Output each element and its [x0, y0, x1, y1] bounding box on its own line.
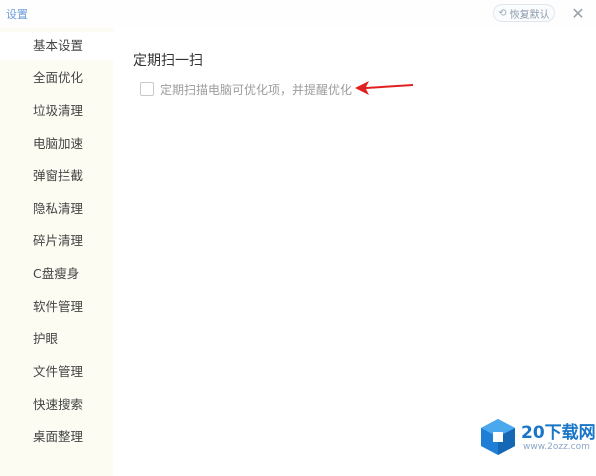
settings-panel: 定期扫一扫 定期扫描电脑可优化项，并提醒优化	[113, 28, 596, 476]
sidebar-item-basic-settings[interactable]: 基本设置	[0, 32, 113, 60]
sidebar-item-software-manage[interactable]: 软件管理	[0, 293, 113, 321]
sidebar-item-c-drive-slim[interactable]: C盘瘦身	[0, 260, 113, 288]
window-title: 设置	[6, 8, 28, 21]
close-icon[interactable]: ✕	[568, 4, 588, 24]
watermark-logo	[481, 419, 515, 455]
red-arrow-annotation	[355, 81, 413, 95]
watermark-url: www.2ozz.com	[523, 442, 590, 452]
sidebar-item-desktop-organize[interactable]: 桌面整理	[0, 423, 113, 451]
restore-defaults-button[interactable]: ⟲ 恢复默认	[493, 4, 555, 22]
sidebar-item-speedup[interactable]: 电脑加速	[0, 130, 113, 158]
sidebar-item-privacy-clean[interactable]: 隐私清理	[0, 195, 113, 223]
watermark-brand: 20下载网	[521, 423, 596, 443]
sidebar-item-eye-care[interactable]: 护眼	[0, 325, 113, 353]
sidebar-item-defrag[interactable]: 碎片清理	[0, 227, 113, 255]
restore-defaults-label: 恢复默认	[509, 9, 550, 21]
sidebar: 基本设置 全面优化 垃圾清理 电脑加速 弹窗拦截 隐私清理 碎片清理 C盘瘦身 …	[0, 28, 113, 476]
periodic-scan-label[interactable]: 定期扫描电脑可优化项，并提醒优化	[160, 81, 352, 98]
sidebar-item-file-manage[interactable]: 文件管理	[0, 358, 113, 386]
periodic-scan-checkbox[interactable]	[140, 82, 154, 96]
title-bar: 设置 ⟲ 恢复默认 ✕	[0, 0, 596, 28]
sidebar-item-full-optimize[interactable]: 全面优化	[0, 64, 113, 92]
sidebar-item-popup-block[interactable]: 弹窗拦截	[0, 162, 113, 190]
sidebar-item-quick-search[interactable]: 快速搜索	[0, 391, 113, 419]
section-title: 定期扫一扫	[133, 53, 203, 69]
sidebar-item-junk-clean[interactable]: 垃圾清理	[0, 97, 113, 125]
restore-icon: ⟲	[498, 7, 507, 19]
